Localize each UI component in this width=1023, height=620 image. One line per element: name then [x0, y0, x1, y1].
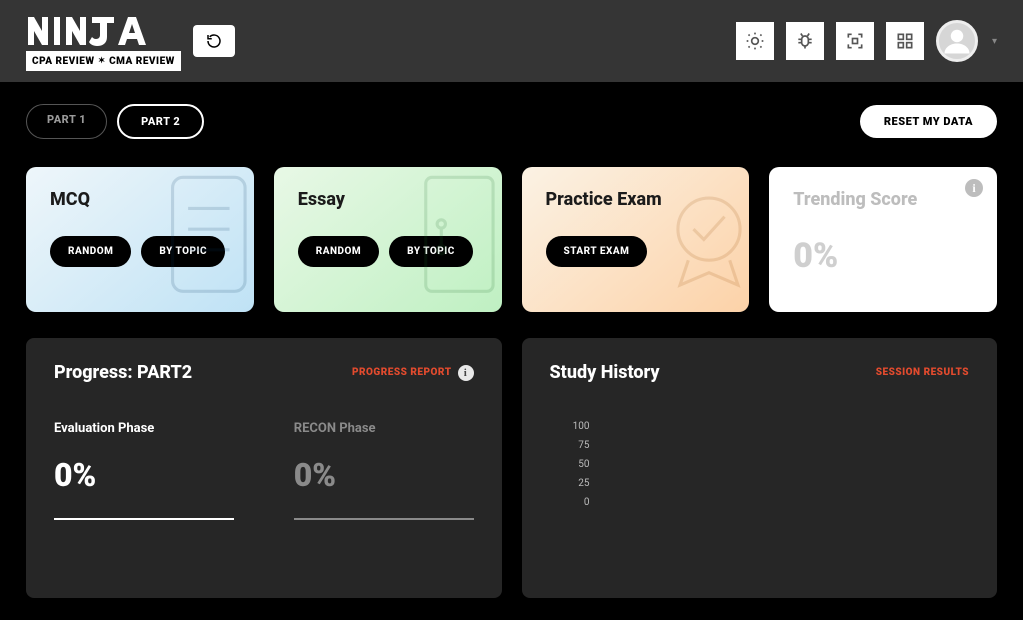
chart-y-axis: 100 75 50 25 0: [550, 421, 590, 508]
header-actions: ▾: [736, 20, 997, 62]
phase-value: 0%: [54, 456, 234, 494]
tab-part2[interactable]: PART 2: [117, 104, 204, 139]
progress-title: Progress: PART2: [54, 362, 192, 383]
trending-value: 0%: [793, 236, 973, 276]
ytick: 0: [550, 497, 590, 508]
progress-report-link[interactable]: PROGRESS REPORT i: [352, 365, 474, 381]
tab-part1[interactable]: PART 1: [26, 104, 107, 139]
mcq-random-button[interactable]: RANDOM: [50, 236, 131, 267]
history-panel: Study History SESSION RESULTS 100 75 50 …: [522, 338, 998, 598]
essay-card: Essay RANDOM BY TOPIC: [274, 167, 502, 312]
scan-icon: [845, 31, 865, 51]
part-tabs: PART 1 PART 2: [26, 104, 204, 139]
phase-bar: [294, 518, 474, 520]
reset-data-button[interactable]: RESET MY DATA: [860, 105, 997, 138]
session-results-link[interactable]: SESSION RESULTS: [876, 367, 969, 378]
theme-toggle-button[interactable]: [736, 22, 774, 60]
brand-separator-icon: ✶: [99, 55, 106, 67]
person-icon: [942, 26, 972, 56]
trending-title: Trending Score: [793, 189, 973, 210]
mcq-card: MCQ RANDOM BY TOPIC: [26, 167, 254, 312]
ytick: 100: [550, 421, 590, 432]
bug-icon: [795, 31, 815, 51]
app-header: CPA REVIEW ✶ CMA REVIEW ▾: [0, 0, 1023, 82]
phase-recon: RECON Phase 0%: [294, 421, 474, 520]
refresh-icon: [205, 32, 223, 50]
brand-review2: CMA REVIEW: [109, 56, 175, 67]
ytick: 25: [550, 478, 590, 489]
history-title: Study History: [550, 362, 660, 383]
ninja-logo-svg: [26, 11, 176, 47]
phase-title: Evaluation Phase: [54, 421, 234, 436]
grid-button[interactable]: [886, 22, 924, 60]
phase-value: 0%: [294, 456, 474, 494]
brand-logo: CPA REVIEW ✶ CMA REVIEW: [26, 11, 181, 71]
scan-button[interactable]: [836, 22, 874, 60]
bug-button[interactable]: [786, 22, 824, 60]
brand-subtitle: CPA REVIEW ✶ CMA REVIEW: [26, 51, 181, 71]
essay-random-button[interactable]: RANDOM: [298, 236, 379, 267]
refresh-button[interactable]: [193, 25, 235, 57]
progress-report-label: PROGRESS REPORT: [352, 367, 452, 378]
phase-evaluation: Evaluation Phase 0%: [54, 421, 234, 520]
ytick: 75: [550, 440, 590, 451]
study-cards: MCQ RANDOM BY TOPIC Essay RANDOM BY TOPI…: [26, 167, 997, 312]
progress-panel: Progress: PART2 PROGRESS REPORT i Evalua…: [26, 338, 502, 598]
user-avatar[interactable]: [936, 20, 978, 62]
mcq-deco-icon: [154, 167, 254, 312]
phase-title: RECON Phase: [294, 421, 474, 436]
start-exam-button[interactable]: START EXAM: [546, 236, 648, 267]
practice-exam-card: Practice Exam START EXAM: [522, 167, 750, 312]
bottom-panels: Progress: PART2 PROGRESS REPORT i Evalua…: [26, 338, 997, 598]
info-icon: i: [458, 365, 474, 381]
top-controls: PART 1 PART 2 RESET MY DATA: [26, 104, 997, 139]
session-results-label: SESSION RESULTS: [876, 367, 969, 378]
trending-score-card: i Trending Score 0%: [769, 167, 997, 312]
sun-icon: [745, 31, 765, 51]
main-content: PART 1 PART 2 RESET MY DATA MCQ RANDOM B…: [0, 82, 1023, 620]
ytick: 50: [550, 459, 590, 470]
exam-deco-icon: [649, 167, 749, 312]
info-icon[interactable]: i: [965, 179, 983, 197]
chevron-down-icon[interactable]: ▾: [992, 36, 997, 47]
essay-deco-icon: [402, 167, 502, 312]
phase-bar: [54, 518, 234, 520]
progress-phases: Evaluation Phase 0% RECON Phase 0%: [54, 421, 474, 520]
brand-review1: CPA REVIEW: [32, 56, 95, 67]
grid-icon: [895, 31, 915, 51]
